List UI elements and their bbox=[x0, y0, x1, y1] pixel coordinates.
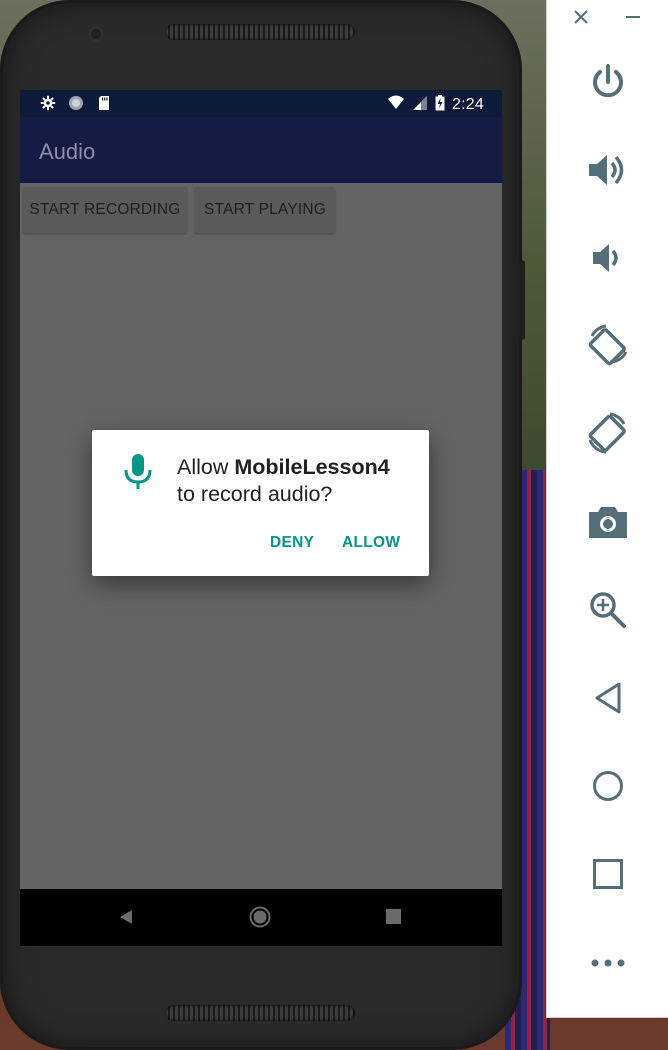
dialog-line2: to record audio? bbox=[177, 482, 333, 506]
overview-button[interactable] bbox=[547, 846, 668, 906]
volume-up-icon bbox=[587, 150, 629, 195]
dialog-app-name: MobileLesson4 bbox=[234, 455, 390, 479]
start-recording-button[interactable]: START RECORDING bbox=[23, 187, 187, 233]
top-speaker bbox=[165, 24, 355, 40]
start-playing-button[interactable]: START PLAYING bbox=[195, 187, 335, 233]
zoom-icon bbox=[589, 591, 627, 634]
rotate-left-icon bbox=[584, 322, 632, 375]
deny-button[interactable]: DENY bbox=[270, 534, 314, 552]
back-button[interactable] bbox=[547, 670, 668, 730]
phone-frame: 2:24 Audio START RECORDING START PLAYING… bbox=[0, 0, 522, 1050]
overview-icon bbox=[592, 858, 624, 895]
phone-side-button bbox=[519, 260, 525, 340]
close-icon[interactable] bbox=[573, 9, 589, 30]
rotate-right-button[interactable] bbox=[547, 406, 668, 466]
home-icon bbox=[591, 769, 625, 808]
settings-icon bbox=[40, 95, 56, 115]
more-button[interactable] bbox=[547, 934, 668, 994]
rotate-right-icon bbox=[584, 410, 632, 463]
home-icon[interactable] bbox=[249, 906, 271, 933]
power-icon bbox=[588, 62, 628, 107]
phone-screen: 2:24 Audio START RECORDING START PLAYING… bbox=[20, 90, 502, 946]
dialog-message: Allow MobileLesson4 to record audio? bbox=[177, 454, 417, 508]
screenshot-button[interactable] bbox=[547, 494, 668, 554]
sync-icon bbox=[68, 95, 84, 115]
permission-dialog: Allow MobileLesson4 to record audio? DEN… bbox=[92, 430, 429, 576]
volume-down-button[interactable] bbox=[547, 230, 668, 290]
more-icon bbox=[590, 955, 626, 973]
status-time: 2:24 bbox=[452, 96, 484, 113]
status-bar: 2:24 bbox=[20, 90, 502, 117]
microphone-icon bbox=[122, 454, 154, 494]
recents-icon[interactable] bbox=[386, 909, 401, 929]
power-button[interactable] bbox=[547, 54, 668, 114]
volume-down-icon bbox=[591, 240, 625, 281]
app-bar: Audio bbox=[20, 117, 502, 183]
camera-icon bbox=[587, 504, 629, 545]
volume-up-button[interactable] bbox=[547, 142, 668, 202]
app-title: Audio bbox=[39, 139, 96, 164]
wifi-icon bbox=[387, 95, 405, 115]
home-button[interactable] bbox=[547, 758, 668, 818]
bottom-speaker bbox=[165, 1005, 355, 1021]
sd-card-icon bbox=[96, 95, 112, 115]
signal-icon bbox=[412, 95, 428, 115]
rotate-left-button[interactable] bbox=[547, 318, 668, 378]
back-icon[interactable] bbox=[118, 909, 134, 930]
zoom-button[interactable] bbox=[547, 582, 668, 642]
emulator-toolbar bbox=[546, 0, 668, 1018]
dialog-prefix: Allow bbox=[177, 455, 235, 479]
allow-button[interactable]: ALLOW bbox=[342, 534, 400, 552]
front-camera bbox=[88, 26, 104, 42]
navigation-bar bbox=[20, 889, 502, 946]
back-icon bbox=[593, 681, 623, 720]
minimize-icon[interactable] bbox=[625, 9, 641, 30]
battery-icon bbox=[435, 95, 445, 115]
